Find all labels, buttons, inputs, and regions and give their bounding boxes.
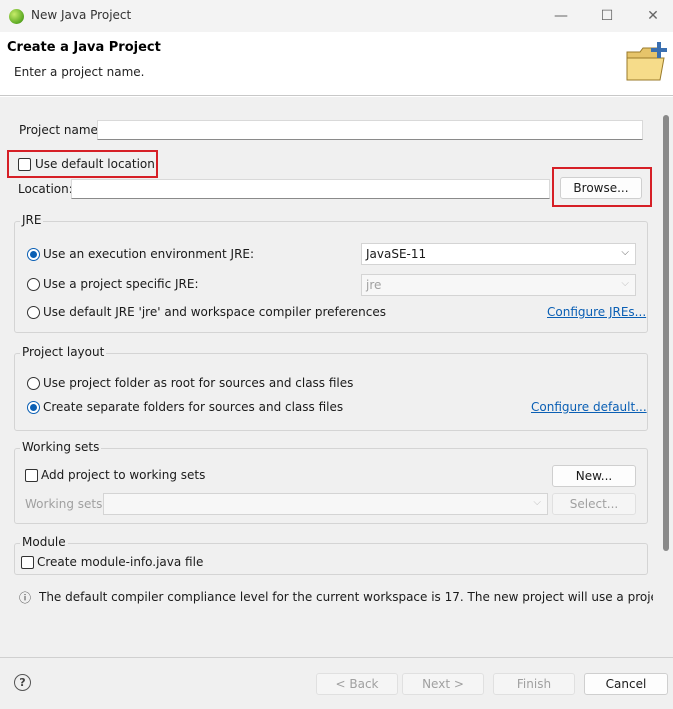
- chevron-down-icon: ⌵: [533, 497, 541, 508]
- close-button[interactable]: ✕: [630, 0, 673, 32]
- add-working-sets-label: Add project to working sets: [41, 468, 206, 482]
- jre-env-label: Use an execution environment JRE:: [43, 247, 255, 261]
- jre-specific-label: Use a project specific JRE:: [43, 277, 199, 291]
- working-sets-label: Working sets:: [25, 497, 107, 511]
- jre-default-radio[interactable]: [27, 306, 40, 319]
- use-default-location-checkbox[interactable]: [18, 158, 31, 171]
- new-working-set-button[interactable]: New...: [552, 465, 636, 487]
- jre-env-select[interactable]: JavaSE-11 ⌵: [361, 243, 636, 265]
- layout-separate-radio[interactable]: [27, 401, 40, 414]
- project-layout-group-title: Project layout: [20, 345, 107, 359]
- location-label: Location:: [18, 182, 73, 196]
- location-input[interactable]: [71, 179, 550, 199]
- next-button: Next >: [402, 673, 484, 695]
- layout-root-label: Use project folder as root for sources a…: [43, 376, 354, 390]
- info-message: The default compiler compliance level fo…: [39, 590, 653, 604]
- working-sets-group-title: Working sets: [20, 440, 102, 454]
- configure-jres-link[interactable]: Configure JREs...: [547, 305, 646, 319]
- back-button: < Back: [316, 673, 398, 695]
- chevron-down-icon: ⌵: [621, 278, 629, 289]
- maximize-button[interactable]: ☐: [584, 0, 630, 32]
- page-description: Enter a project name.: [14, 65, 145, 79]
- jre-specific-select-value: jre: [366, 278, 382, 292]
- layout-root-radio[interactable]: [27, 377, 40, 390]
- window-title: New Java Project: [31, 8, 132, 22]
- eclipse-icon: [9, 9, 24, 24]
- project-layout-group: [14, 353, 648, 431]
- configure-default-link[interactable]: Configure default...: [531, 400, 647, 414]
- working-sets-select: ⌵: [103, 493, 548, 515]
- minimize-button[interactable]: —: [538, 0, 584, 32]
- page-title: Create a Java Project: [7, 40, 161, 55]
- chevron-down-icon: ⌵: [621, 247, 629, 258]
- help-icon[interactable]: ?: [14, 674, 31, 691]
- browse-button[interactable]: Browse...: [560, 177, 642, 199]
- select-working-sets-button: Select...: [552, 493, 636, 515]
- jre-specific-select: jre ⌵: [361, 274, 636, 296]
- jre-env-select-value: JavaSE-11: [366, 247, 427, 261]
- use-default-location-label: Use default location: [35, 157, 155, 171]
- project-name-label: Project name:: [19, 123, 102, 137]
- finish-button: Finish: [493, 673, 575, 695]
- new-project-folder-icon: [626, 42, 667, 81]
- jre-group-title: JRE: [20, 213, 44, 227]
- jre-env-radio[interactable]: [27, 248, 40, 261]
- jre-specific-radio[interactable]: [27, 278, 40, 291]
- project-name-input[interactable]: [97, 120, 643, 140]
- cancel-button[interactable]: Cancel: [584, 673, 668, 695]
- layout-separate-label: Create separate folders for sources and …: [43, 400, 344, 414]
- module-group-title: Module: [20, 535, 68, 549]
- jre-default-label: Use default JRE 'jre' and workspace comp…: [43, 305, 387, 319]
- info-icon: ⓘ: [19, 591, 32, 605]
- add-working-sets-checkbox[interactable]: [25, 469, 38, 482]
- create-module-info-checkbox[interactable]: [21, 556, 34, 569]
- create-module-info-label: Create module-info.java file: [37, 555, 204, 569]
- scrollbar-thumb[interactable]: [663, 115, 669, 551]
